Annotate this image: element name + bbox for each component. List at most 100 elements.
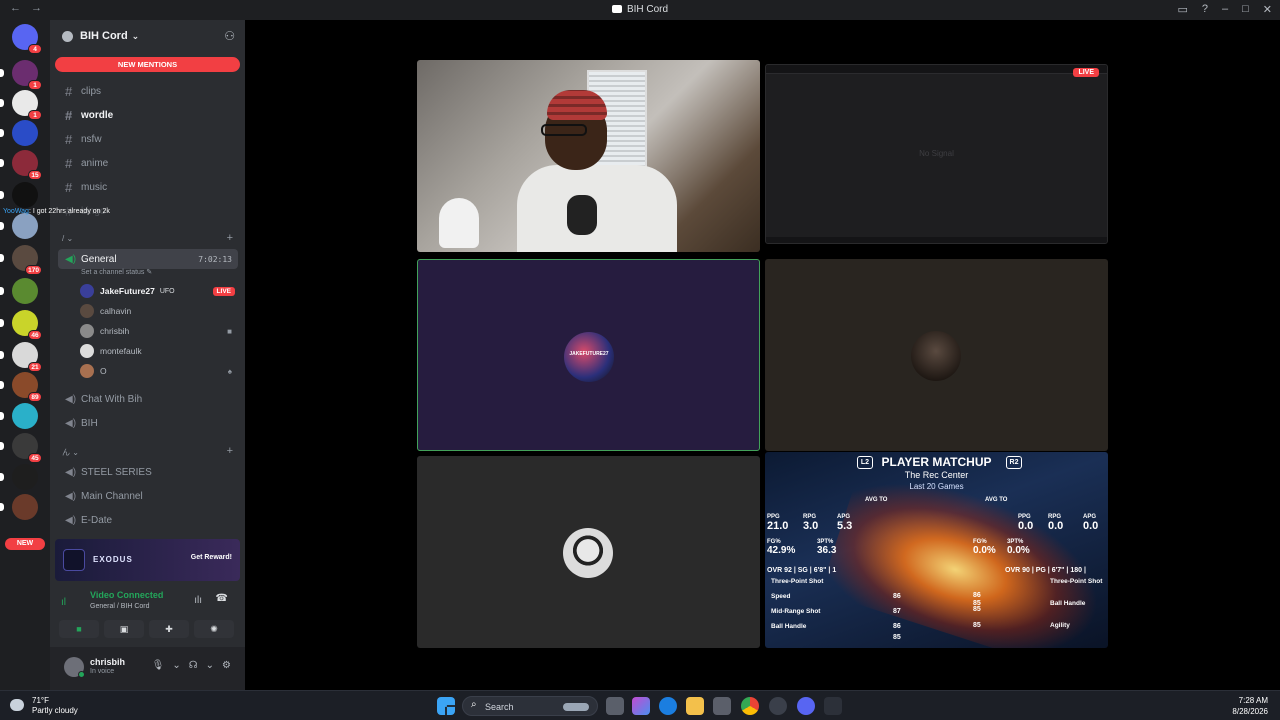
server-icon[interactable]: 170 <box>0 245 42 275</box>
stat-value: 0.0% <box>1007 545 1030 556</box>
calhavin-tile[interactable] <box>765 259 1108 451</box>
stat-value: 3.0 <box>803 520 819 532</box>
4k-app-icon[interactable] <box>824 697 842 715</box>
hash-icon: # <box>65 83 73 99</box>
create-channel-icon-2[interactable]: + <box>227 445 233 457</box>
help-icon[interactable]: ? <box>1202 3 1208 16</box>
voice-user[interactable]: calhavin <box>80 302 240 320</box>
montefaulk-tile[interactable] <box>417 456 760 648</box>
server-icon[interactable]: 46 <box>0 310 42 340</box>
server-icon[interactable]: 15 <box>0 150 42 180</box>
get-reward-button[interactable]: Get Reward! <box>191 554 232 561</box>
matchup-title: PLAYER MATCHUP <box>881 455 992 469</box>
clock[interactable]: 7:28 AM 8/28/2026 <box>1232 695 1268 717</box>
game-stream-tile[interactable]: L2 R2 PLAYER MATCHUP The Rec Center Last… <box>765 452 1108 648</box>
category-n[interactable]: ん ⌄ <box>62 447 79 458</box>
chevron-down-icon[interactable]: ⌄ <box>172 660 180 671</box>
mention-badge: 89 <box>28 392 42 402</box>
store-icon[interactable] <box>713 697 731 715</box>
gear-icon[interactable]: ⚙ <box>222 660 231 671</box>
inbox-icon[interactable]: ▭ <box>1177 3 1187 16</box>
voice-status[interactable]: Video Connected <box>90 590 163 600</box>
disconnect-icon[interactable]: ☎ <box>216 593 228 604</box>
channel-clips[interactable]: # clips <box>58 81 238 101</box>
voice-channel-general[interactable]: ◀) General 7:02:13 <box>58 249 238 269</box>
server-icon[interactable] <box>0 494 38 520</box>
voice-channel[interactable]: ◀) Main Channel <box>58 486 238 506</box>
server-icon[interactable] <box>0 213 38 239</box>
jakefuture-tile[interactable]: JAKEFUTURE27 <box>417 259 760 451</box>
voice-channel[interactable]: ◀) E-Date <box>58 510 238 530</box>
voice-location[interactable]: General / BIH Cord <box>90 603 150 610</box>
server-icon[interactable]: 89 <box>0 372 42 402</box>
voice-user-name: O <box>100 366 107 376</box>
category-slash[interactable]: / ⌄ <box>62 234 73 243</box>
discord-icon[interactable] <box>797 697 815 715</box>
stream-tile[interactable]: LIVE No Signal <box>765 64 1108 244</box>
activities-button[interactable]: ✚ <box>149 620 189 638</box>
server-avatar <box>12 182 38 208</box>
category-slash-label: / <box>62 234 65 243</box>
server-avatar <box>12 213 38 239</box>
server-icon[interactable]: 1 <box>0 60 42 90</box>
file-explorer-icon[interactable] <box>686 697 704 715</box>
noise-suppression-icon[interactable]: ılı <box>194 595 202 606</box>
minimize-button[interactable]: – <box>1222 3 1228 16</box>
right-ovr: OVR 90 | PG | 6'7" | 180 | <box>1005 567 1086 574</box>
stat-value: 0.0 <box>1048 520 1064 532</box>
signal-icon[interactable]: ıl <box>61 597 66 608</box>
channel-anime[interactable]: # anime <box>58 153 238 173</box>
windows-start-icon[interactable] <box>437 697 455 715</box>
right-attr-value: 85 <box>973 622 981 629</box>
camera-button[interactable]: ■ <box>59 620 99 638</box>
maximize-button[interactable]: □ <box>1242 3 1249 16</box>
microphone-icon[interactable]: 🎙︎ <box>152 660 165 671</box>
voice-user[interactable]: O ♠ <box>80 362 240 380</box>
promo-banner[interactable]: EXODUS Get Reward! <box>55 539 240 581</box>
server-icon[interactable] <box>0 403 38 429</box>
chevron-down-icon[interactable]: ⌄ <box>206 660 214 671</box>
headphones-icon[interactable]: ☊ <box>189 660 198 671</box>
voice-user[interactable]: montefaulk <box>80 342 240 360</box>
close-button[interactable]: ✕ <box>1263 3 1272 16</box>
taskbar-search[interactable]: ⌕ Search <box>462 696 598 716</box>
voice-channel[interactable]: ◀) Chat With Bih <box>58 389 238 409</box>
voice-connection-panel: ıl Video Connected General / BIH Cord ıl… <box>55 585 240 645</box>
server-avatar <box>12 403 38 429</box>
server-icon[interactable]: 4 <box>12 24 42 54</box>
overlay-message: YooWag: I got 22hrs already on 2k <box>3 208 110 215</box>
stat-value: 0.0 <box>1018 520 1034 532</box>
voice-channel[interactable]: ◀) STEEL SERIES <box>58 462 238 482</box>
edge-icon[interactable] <box>659 697 677 715</box>
new-mentions-button[interactable]: NEW MENTIONS <box>55 57 240 72</box>
server-icon[interactable] <box>0 464 38 490</box>
channel-wordle[interactable]: # wordle <box>58 105 238 125</box>
left-attr-value: 86 <box>893 593 901 600</box>
chrome-icon[interactable] <box>741 697 759 715</box>
task-view-icon[interactable] <box>606 697 624 715</box>
voice-channel[interactable]: ◀) BIH <box>58 413 238 433</box>
server-header[interactable]: BIH Cord ⌄ ⚇ <box>50 20 245 52</box>
server-icon[interactable]: 21 <box>0 342 42 372</box>
right-stat: APG 0.0 <box>1083 514 1098 532</box>
channel-status[interactable]: Set a channel status ✎ <box>81 268 152 276</box>
soundboard-button[interactable]: ✺ <box>194 620 234 638</box>
username[interactable]: chrisbih <box>90 657 125 667</box>
voice-user[interactable]: chrisbih ■ <box>80 322 240 340</box>
channel-music[interactable]: # music <box>58 177 238 197</box>
obs-icon[interactable] <box>769 697 787 715</box>
server-icon[interactable]: 1 <box>0 90 42 120</box>
server-icon[interactable] <box>0 120 38 146</box>
server-icon[interactable]: 45 <box>0 433 42 463</box>
screen-share-button[interactable]: ▣ <box>104 620 144 638</box>
channel-nsfw[interactable]: # nsfw <box>58 129 238 149</box>
create-channel-icon[interactable]: + <box>227 232 233 244</box>
camera-tile[interactable] <box>417 60 760 252</box>
voice-user[interactable]: JakeFuture27 UFO LIVE <box>80 282 240 300</box>
new-unreads-pill[interactable]: NEW <box>5 538 45 550</box>
server-icon[interactable] <box>0 182 38 208</box>
server-icon[interactable] <box>0 278 38 304</box>
copilot-icon[interactable] <box>632 697 650 715</box>
window-title-text: BIH Cord <box>626 4 669 15</box>
add-user-icon[interactable]: ⚇ <box>224 29 235 43</box>
